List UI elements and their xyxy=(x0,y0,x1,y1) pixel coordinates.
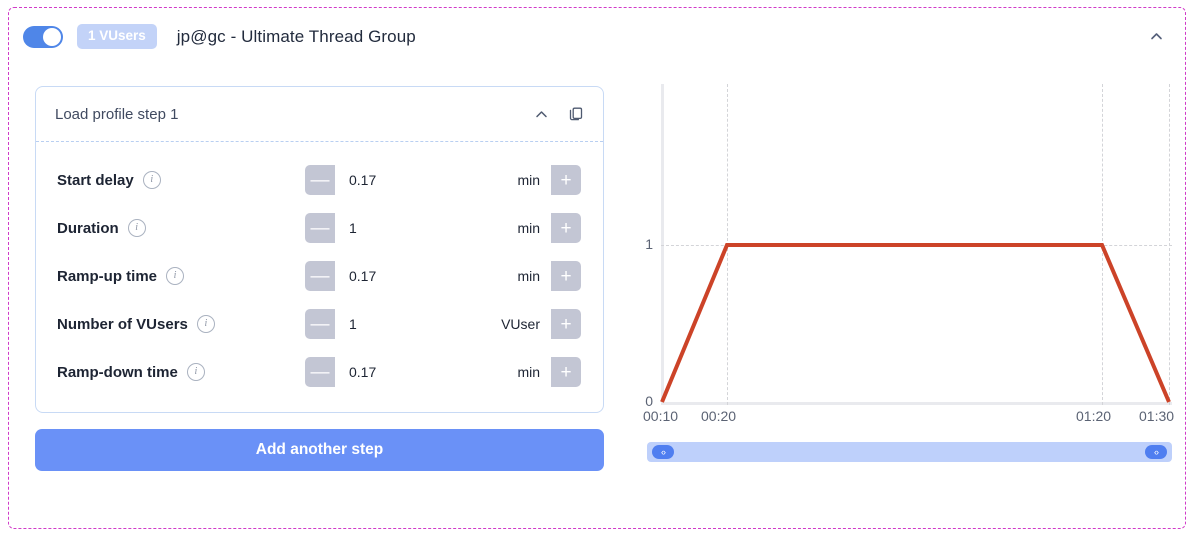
load-profile-step-card: Load profile step 1 xyxy=(35,86,604,413)
field-row-ramp-down-time: Ramp-down time i — 0.17 min + xyxy=(36,348,603,396)
ramp-up-time-stepper[interactable]: — 0.17 min + xyxy=(305,261,581,291)
field-row-start-delay: Start delay i — 0.17 min + xyxy=(36,156,603,204)
start-delay-stepper[interactable]: — 0.17 min + xyxy=(305,165,581,195)
enable-thread-group-toggle[interactable] xyxy=(23,26,63,48)
x-axis-tick-label: 00:10 xyxy=(643,408,678,424)
y-axis-tick-label: 0 xyxy=(635,393,653,409)
field-label: Duration xyxy=(57,220,119,237)
field-value: 1 xyxy=(349,316,357,332)
x-axis-tick-label: 01:20 xyxy=(1076,408,1111,424)
field-value: 0.17 xyxy=(349,172,376,188)
field-unit: min xyxy=(517,220,540,236)
decrement-button[interactable]: — xyxy=(305,357,335,387)
range-slider-left-handle[interactable]: ‹› xyxy=(652,445,674,459)
field-unit: VUser xyxy=(501,316,540,332)
ramp-down-time-input[interactable]: 0.17 min xyxy=(335,357,551,387)
number-of-vusers-stepper[interactable]: — 1 VUser + xyxy=(305,309,581,339)
field-row-duration: Duration i — 1 min + xyxy=(36,204,603,252)
info-icon[interactable]: i xyxy=(166,267,184,285)
decrement-button[interactable]: — xyxy=(305,213,335,243)
series-line-vusers xyxy=(661,84,1172,405)
field-label: Number of VUsers xyxy=(57,316,188,333)
x-axis-tick-label: 01:30 xyxy=(1139,408,1174,424)
field-row-number-of-vusers: Number of VUsers i — 1 VUser + xyxy=(36,300,603,348)
info-icon[interactable]: i xyxy=(187,363,205,381)
field-label: Start delay xyxy=(57,172,134,189)
vusers-badge: 1 VUsers xyxy=(77,24,157,49)
duration-input[interactable]: 1 min xyxy=(335,213,551,243)
field-value: 0.17 xyxy=(349,364,376,380)
field-unit: min xyxy=(517,268,540,284)
decrement-button[interactable]: — xyxy=(305,165,335,195)
load-profile-chart: 1 0 00:10 00:20 01:20 01:30 ‹› ‹› xyxy=(639,84,1172,484)
start-delay-input[interactable]: 0.17 min xyxy=(335,165,551,195)
increment-button[interactable]: + xyxy=(551,165,581,195)
ramp-down-time-stepper[interactable]: — 0.17 min + xyxy=(305,357,581,387)
plot-area xyxy=(661,84,1172,405)
step-card-header: Load profile step 1 xyxy=(36,87,603,142)
field-value: 0.17 xyxy=(349,268,376,284)
info-icon[interactable]: i xyxy=(197,315,215,333)
info-icon[interactable]: i xyxy=(143,171,161,189)
field-label: Ramp-down time xyxy=(57,364,178,381)
x-axis-tick-label: 00:20 xyxy=(701,408,736,424)
chart-range-slider[interactable]: ‹› ‹› xyxy=(647,442,1172,462)
range-slider-right-handle[interactable]: ‹› xyxy=(1145,445,1167,459)
increment-button[interactable]: + xyxy=(551,261,581,291)
thread-group-panel: 1 VUsers jp@gc - Ultimate Thread Group L… xyxy=(8,7,1186,529)
increment-button[interactable]: + xyxy=(551,213,581,243)
field-unit: min xyxy=(517,172,540,188)
step-card-title: Load profile step 1 xyxy=(55,106,178,123)
chevron-up-icon[interactable] xyxy=(531,104,551,124)
decrement-button[interactable]: — xyxy=(305,261,335,291)
increment-button[interactable]: + xyxy=(551,309,581,339)
number-of-vusers-input[interactable]: 1 VUser xyxy=(335,309,551,339)
step-fields: Start delay i — 0.17 min + Duration i xyxy=(36,142,603,396)
decrement-button[interactable]: — xyxy=(305,309,335,339)
field-unit: min xyxy=(517,364,540,380)
thread-group-body: Load profile step 1 xyxy=(9,65,1185,528)
increment-button[interactable]: + xyxy=(551,357,581,387)
thread-group-header: 1 VUsers jp@gc - Ultimate Thread Group xyxy=(9,8,1185,65)
chevron-up-icon[interactable] xyxy=(1143,24,1169,50)
field-label: Ramp-up time xyxy=(57,268,157,285)
info-icon[interactable]: i xyxy=(128,219,146,237)
ramp-up-time-input[interactable]: 0.17 min xyxy=(335,261,551,291)
toggle-knob xyxy=(43,28,61,46)
copy-icon[interactable] xyxy=(566,104,586,124)
field-value: 1 xyxy=(349,220,357,236)
page-title: jp@gc - Ultimate Thread Group xyxy=(177,27,416,47)
step-card-actions xyxy=(531,104,586,124)
field-row-ramp-up-time: Ramp-up time i — 0.17 min + xyxy=(36,252,603,300)
add-another-step-button[interactable]: Add another step xyxy=(35,429,604,471)
y-axis-tick-label: 1 xyxy=(635,236,653,252)
duration-stepper[interactable]: — 1 min + xyxy=(305,213,581,243)
